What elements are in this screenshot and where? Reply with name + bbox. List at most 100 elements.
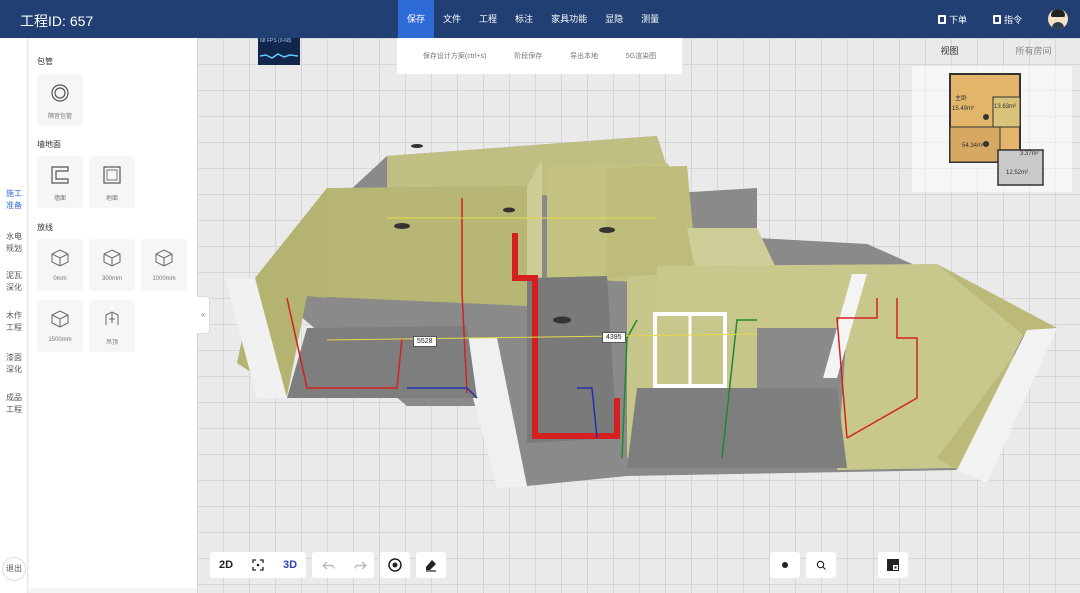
menu-file[interactable]: 文件 — [434, 0, 470, 38]
nav-finished-products[interactable]: 成品 工程 — [0, 392, 28, 416]
cube-icon — [103, 249, 121, 267]
search-icon — [816, 560, 826, 570]
section-title-pipe-wrap: 包管 — [37, 57, 53, 66]
user-avatar[interactable] — [1048, 9, 1068, 29]
minimap-room-area: 15.49m² — [952, 106, 975, 112]
nav-tiling[interactable]: 泥瓦 深化 — [0, 270, 28, 294]
mode-2d-button[interactable]: 2D — [210, 552, 242, 578]
menu-visibility[interactable]: 显隐 — [596, 0, 632, 38]
menu-annotate[interactable]: 标注 — [506, 0, 542, 38]
nav-carpentry[interactable]: 木作 工程 — [0, 310, 28, 334]
project-title: 工程ID: 657 — [20, 11, 97, 31]
mode-3d-button[interactable]: 3D — [274, 552, 306, 578]
export-local-button[interactable]: 导出本地 — [570, 51, 598, 61]
eraser-icon — [426, 560, 436, 572]
section-title-layout-lines: 放线 — [37, 223, 53, 232]
order-icon — [937, 14, 946, 24]
tile-label: 吊顶 — [105, 340, 118, 346]
project-id-value: 657 — [69, 13, 94, 29]
light-fixture — [411, 144, 423, 148]
stage-nav: 施工 准备 水电 规划 泥瓦 深化 木作 工程 漆面 深化 成品 工程 退出 — [0, 38, 28, 593]
tile-label: 0mm — [53, 276, 67, 282]
pipe-ring-icon — [51, 84, 69, 102]
history-group — [312, 552, 374, 578]
section-title-wall-floor: 墙地面 — [37, 140, 61, 149]
tile-line-1000mm[interactable]: 1000mm — [141, 239, 187, 291]
command-label: 指令 — [1003, 14, 1022, 25]
undo-button[interactable] — [312, 552, 344, 578]
cube-icon — [51, 249, 69, 267]
eye-icon — [388, 558, 402, 572]
menu-furniture[interactable]: 家具功能 — [542, 0, 596, 38]
redo-icon — [353, 560, 367, 570]
light-fixture — [394, 223, 410, 229]
tile-label: 1000mm — [152, 276, 176, 282]
minimap-floorplan — [949, 73, 1044, 186]
exit-button[interactable]: 退出 — [2, 557, 26, 581]
light-fixture — [503, 207, 515, 213]
tile-floor[interactable]: 地面 — [89, 156, 135, 208]
tab-view[interactable]: 视图 — [940, 44, 958, 64]
tile-line-1500mm[interactable]: 1500mm — [37, 300, 83, 352]
tile-label: 300mm — [101, 276, 122, 282]
visibility-toggle-button[interactable] — [380, 552, 410, 578]
tile-label: 1500mm — [48, 337, 72, 343]
redo-button[interactable] — [344, 552, 376, 578]
view-tabs: 视图 所有房间 — [912, 44, 1080, 64]
fps-monitor: 68 FPS (0-68) — [258, 38, 300, 65]
minimap[interactable]: 主卧 15.49m² 13.63m² 54.34m² 3.37m² 12.52m… — [912, 66, 1072, 192]
menu-project[interactable]: 工程 — [470, 0, 506, 38]
menu-save[interactable]: 保存 — [398, 0, 435, 38]
eraser-button[interactable] — [416, 552, 446, 578]
tile-line-0mm[interactable]: 0mm — [37, 239, 83, 291]
project-id-label: 工程ID: — [20, 13, 66, 29]
undo-icon — [321, 560, 335, 570]
order-button[interactable]: 下单 — [937, 13, 967, 26]
screenshot-button[interactable] — [878, 552, 908, 578]
nav-painting[interactable]: 漆面 深化 — [0, 352, 28, 376]
tile-ceiling[interactable]: 吊顶 — [89, 300, 135, 352]
fps-label: 68 FPS (0-68) — [260, 38, 292, 44]
view-mode-group: 2D 3D — [210, 552, 306, 578]
render-5g-button[interactable]: 5G渲染图 — [626, 51, 656, 61]
dimension-label-corridor: 4395 — [602, 332, 626, 343]
point-tool-button[interactable] — [770, 552, 800, 578]
wall-icon — [51, 166, 69, 184]
order-label: 下单 — [948, 14, 967, 25]
search-button[interactable] — [806, 552, 836, 578]
light-fixture — [553, 316, 571, 324]
main-menu: 保存 文件 工程 标注 家具功能 显隐 测量 — [398, 0, 668, 38]
top-right-actions: 下单 指令 — [937, 0, 1080, 38]
component-panel: 包管 隔音包管 墙地面 墙面 地面 放线 0mm 300mm 1000mm 15… — [29, 38, 197, 588]
menu-measure[interactable]: 测量 — [632, 0, 668, 38]
tile-label: 地面 — [105, 196, 118, 202]
tile-label: 墙面 — [53, 196, 66, 202]
tile-line-300mm[interactable]: 300mm — [89, 239, 135, 291]
cube-icon — [51, 310, 69, 328]
wall-living — [307, 186, 527, 306]
light-fixture — [599, 227, 615, 233]
save-sub-toolbar: 保存设计方案(ctrl+s) 阶段保存 导出本地 5G渲染图 — [397, 38, 682, 74]
tile-wall[interactable]: 墙面 — [37, 156, 83, 208]
minimap-room-area: 12.52m² — [1006, 170, 1029, 176]
stage-save-button[interactable]: 阶段保存 — [514, 51, 542, 61]
fit-view-icon — [252, 559, 264, 571]
fit-view-button[interactable] — [242, 552, 274, 578]
nav-plumbing-electrical[interactable]: 水电 规划 — [0, 231, 28, 255]
collapse-panel-button[interactable]: « — [197, 296, 210, 334]
tab-all-rooms[interactable]: 所有房间 — [1015, 44, 1051, 64]
dot-icon — [782, 562, 788, 568]
floor-icon — [103, 166, 121, 184]
minimap-room-area: 3.37m² — [1020, 151, 1039, 157]
floorplan-icon — [887, 559, 899, 571]
floor-room — [287, 326, 477, 398]
minimap-room-label: 主卧 — [955, 96, 968, 102]
command-button[interactable]: 指令 — [992, 13, 1022, 26]
save-design-button[interactable]: 保存设计方案(ctrl+s) — [423, 51, 487, 61]
nav-construction-prep[interactable]: 施工 准备 — [0, 188, 28, 212]
tile-label: 隔音包管 — [47, 114, 72, 120]
tile-soundproof-pipe[interactable]: 隔音包管 — [37, 74, 83, 126]
minimap-room-area: 13.63m² — [994, 104, 1017, 110]
command-icon — [992, 14, 1001, 24]
wall-kitchen — [607, 166, 697, 278]
